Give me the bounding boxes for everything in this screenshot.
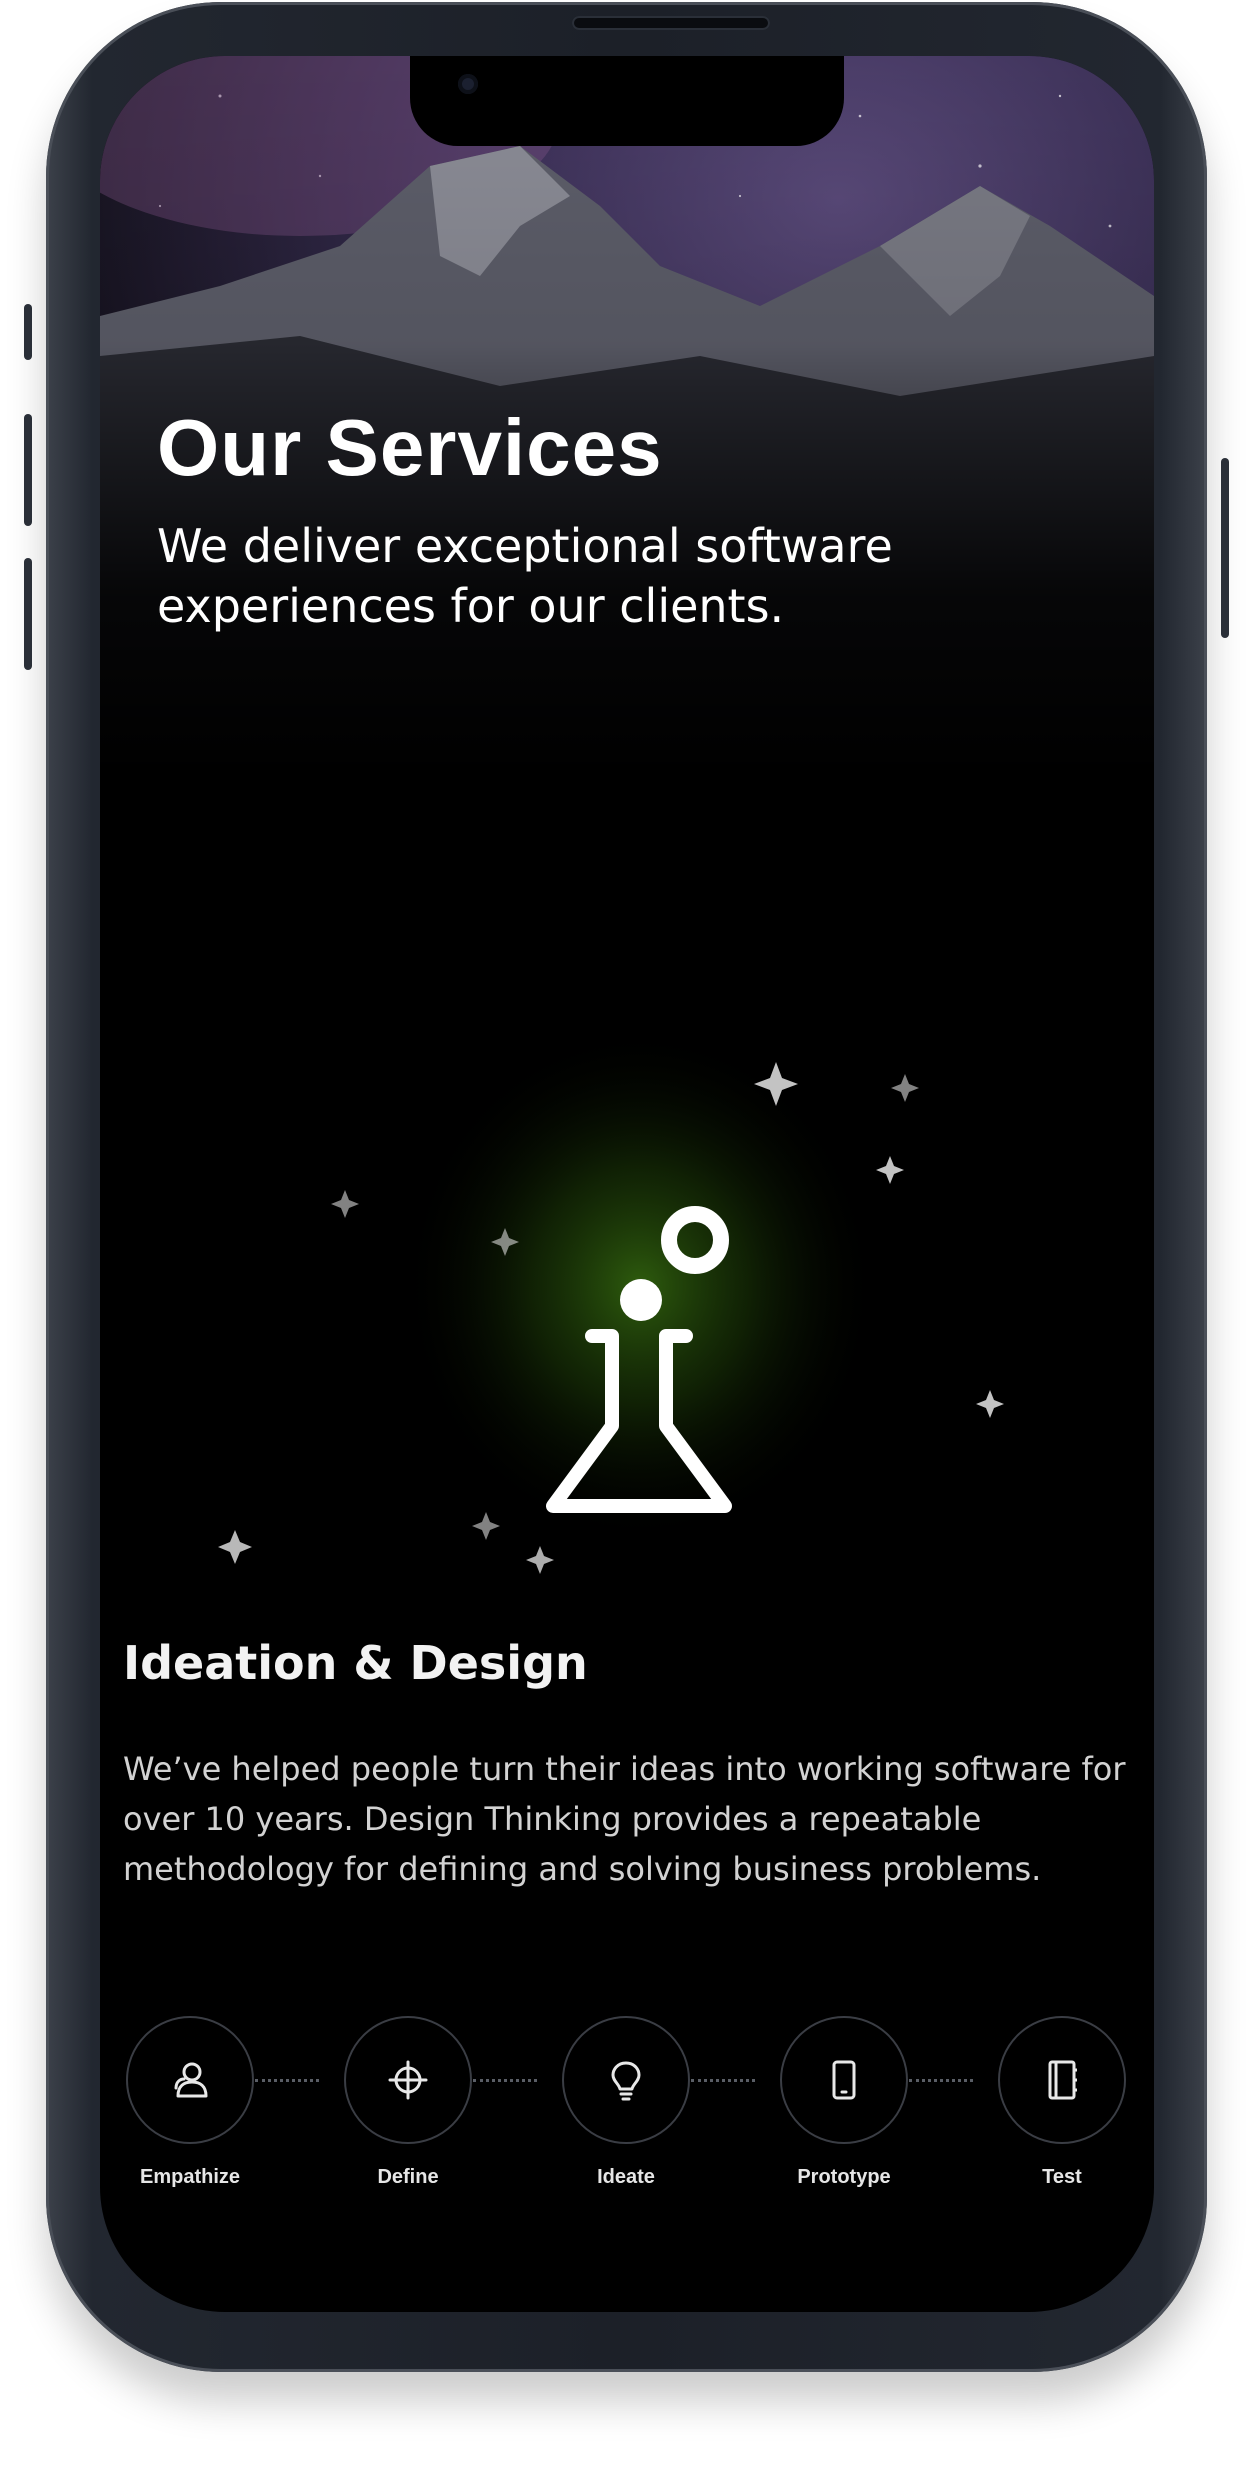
step-ideate[interactable]: Ideate [536, 2016, 716, 2216]
phone-screen[interactable]: Our Services We deliver exceptional soft… [100, 56, 1154, 2312]
volume-down-button [24, 558, 32, 670]
design-thinking-process: Empathize Define Ideate Prototype Test [100, 2016, 1154, 2216]
step-label: Define [377, 2166, 439, 2188]
volume-up-button [24, 414, 32, 526]
step-label: Ideate [597, 2166, 655, 2188]
step-circle[interactable] [998, 2016, 1126, 2144]
mute-switch [24, 304, 32, 360]
notch [410, 56, 844, 146]
step-test[interactable]: Test [972, 2016, 1152, 2216]
step-circle[interactable] [562, 2016, 690, 2144]
step-circle[interactable] [344, 2016, 472, 2144]
page-title: Our Services [157, 403, 663, 492]
front-camera [458, 74, 478, 94]
crosshair-icon [388, 2060, 428, 2100]
step-prototype[interactable]: Prototype [754, 2016, 934, 2216]
step-label: Prototype [797, 2166, 891, 2188]
step-circle[interactable] [780, 2016, 908, 2144]
speaker-grille [572, 16, 770, 30]
ideation-illustration [218, 1026, 1004, 1574]
page-subtitle: We deliver exceptional software experien… [157, 519, 893, 633]
phone-icon [832, 2060, 856, 2100]
step-label: Test [1042, 2166, 1082, 2188]
step-empathize[interactable]: Empathize [100, 2016, 280, 2216]
step-circle[interactable] [126, 2016, 254, 2144]
person-icon [174, 2062, 208, 2098]
power-button [1221, 458, 1229, 638]
lightbulb-icon [611, 2061, 641, 2101]
notebook-icon [1048, 2060, 1077, 2100]
step-label: Empathize [139, 2166, 241, 2188]
section-description: We’ve helped people turn their ideas int… [123, 1750, 1126, 1888]
step-define[interactable]: Define [318, 2016, 498, 2216]
section-title: Ideation & Design [123, 1636, 588, 1690]
